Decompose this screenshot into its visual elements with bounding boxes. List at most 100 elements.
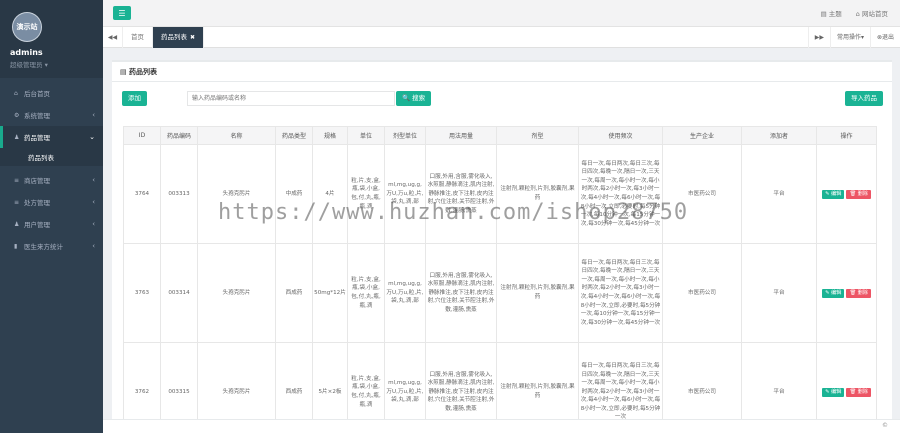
cell-unit: 粒,片,支,盒,瓶,袋,小盒,包,付,丸,瓶,瓶,滴 <box>347 144 385 244</box>
cell-ops: ✎ 编辑 🗑 删除 <box>816 144 877 244</box>
cell-unit: 粒,片,支,盒,瓶,袋,小盒,包,付,丸,瓶,瓶,滴 <box>347 243 385 343</box>
search-button[interactable]: 🔍 搜索 <box>396 91 432 106</box>
hamburger-icon: ☰ <box>118 8 126 18</box>
menu-toggle-button[interactable]: ☰ <box>113 6 131 20</box>
user-icon: ♟ <box>14 133 20 141</box>
search-input[interactable] <box>187 91 395 106</box>
col-header[interactable]: 剂型单位 <box>384 126 426 145</box>
cell-type: 中成药 <box>275 144 313 244</box>
sidebar: 演示站 admins 超级管理员 ▾ ⌂ 后台首页 ⚙ 系统管理 ‹ ♟ 药品管理 ⌄ 药… <box>0 0 103 433</box>
tabs-prev-button[interactable]: ◀◀ <box>103 26 123 48</box>
sidebar-item-label: 医生来方统计 <box>24 243 63 251</box>
col-header[interactable]: 剂型 <box>496 126 579 145</box>
import-button[interactable]: 导入药品 <box>845 91 883 106</box>
common-ops-dropdown[interactable]: 常用操作▾ <box>829 27 870 48</box>
col-header[interactable]: 名称 <box>197 126 276 145</box>
cell-adder: 平台 <box>741 243 817 343</box>
sidebar-item-home[interactable]: ⌂ 后台首页 <box>0 82 103 104</box>
col-header[interactable]: 添加者 <box>741 126 817 145</box>
cell-maker: 市医药公司 <box>662 144 742 244</box>
chart-icon: ▮ <box>14 242 18 250</box>
cell-usage: 口服,外用,含服,雾化吸入,水煎服,静脉滴注,肌内注射,静脉推注,皮下注射,皮内… <box>425 144 497 244</box>
sidebar-subitem-drug-list[interactable]: 药品列表 <box>0 148 103 166</box>
user-name[interactable]: admins <box>10 48 103 57</box>
theme-button[interactable]: ▤ 主题 <box>821 8 842 18</box>
chevron-left-icon: ‹ <box>92 242 95 250</box>
cell-dose-unit: ml,mg,ug,g,万U,万u,粒,片,袋,丸,滴,部 <box>384 144 426 244</box>
exit-button[interactable]: ⊗退出 <box>869 27 900 48</box>
edit-button[interactable]: ✎ 编辑 <box>822 288 845 298</box>
cell-adder: 平台 <box>741 144 817 244</box>
user-icon: ♟ <box>14 220 20 228</box>
cell-freq: 每日一次,每日两次,每日三次,每日四次,每晚一次,隔日一次,三天一次,每周一次,… <box>578 144 663 244</box>
sidebar-item-shop[interactable]: ≡ 商店管理 ‹ <box>0 169 103 191</box>
sidebar-item-drugs[interactable]: ♟ 药品管理 ⌄ <box>0 126 103 148</box>
cell-maker: 市医药公司 <box>662 243 742 343</box>
col-header[interactable]: 使用频次 <box>578 126 663 145</box>
col-header[interactable]: 药品类型 <box>275 126 313 145</box>
delete-button[interactable]: 🗑 删除 <box>846 387 871 397</box>
cell-freq: 每日一次,每日两次,每日三次,每日四次,每晚一次,隔日一次,三天一次,每周一次,… <box>578 243 663 343</box>
sidebar-item-users[interactable]: ♟ 用户管理 ‹ <box>0 213 103 235</box>
col-header[interactable]: 用法用量 <box>425 126 497 145</box>
cell-form: 注射剂,颗粒剂,片剂,胶囊剂,果药 <box>496 144 579 244</box>
delete-button[interactable]: 🗑 删除 <box>846 288 871 298</box>
panel-title: ▤ 药品列表 <box>112 62 892 82</box>
watermark-text: https://www.huzhan.com/ishop28750 <box>218 200 689 225</box>
cell-name: 头孢克肟片 <box>197 144 276 244</box>
tab-drug-list[interactable]: 药品列表 ✖ <box>153 26 205 48</box>
gear-icon: ⚙ <box>14 111 20 119</box>
footer: © <box>103 419 900 433</box>
tab-home[interactable]: 首页 <box>123 26 153 48</box>
tabs-next-button[interactable]: ▶▶ <box>807 27 830 48</box>
cell-ops: ✎ 编辑 🗑 删除 <box>816 243 877 343</box>
drug-table: ID 药品编码 名称 药品类型 规格 单位 剂型单位 用法用量 剂型 使用频次 … <box>123 126 877 433</box>
col-header: 操作 <box>816 126 877 145</box>
cell-name: 头孢克肟片 <box>197 243 276 343</box>
delete-button[interactable]: 🗑 删除 <box>846 189 871 199</box>
cell-id: 3764 <box>123 144 161 244</box>
chevron-left-icon: ‹ <box>92 176 95 184</box>
chevron-left-icon: ‹ <box>92 220 95 228</box>
cell-id: 3763 <box>123 243 161 343</box>
col-header[interactable]: 单位 <box>347 126 385 145</box>
chevron-left-icon: ‹ <box>92 111 95 119</box>
home-icon: ⌂ <box>14 89 18 97</box>
avatar[interactable]: 演示站 <box>12 12 42 42</box>
avatar-text: 演示站 <box>13 13 41 41</box>
sidebar-item-label: 处方管理 <box>24 199 50 207</box>
sidebar-item-system[interactable]: ⚙ 系统管理 ‹ <box>0 104 103 126</box>
edit-button[interactable]: ✎ 编辑 <box>822 387 845 397</box>
table-row: 3764 003313 头孢克肟片 中成药 4片 粒,片,支,盒,瓶,袋,小盒,… <box>123 144 877 244</box>
table-row: 3763 003314 头孢克肟片 西成药 50mg*12片 粒,片,支,盒,瓶… <box>123 243 877 343</box>
cell-spec: 50mg*12片 <box>312 243 348 343</box>
chevron-left-icon: ‹ <box>92 198 95 206</box>
sidebar-item-label: 用户管理 <box>24 221 50 229</box>
list-icon: ≡ <box>14 198 20 206</box>
col-header[interactable]: 规格 <box>312 126 348 145</box>
copyright-text: © <box>882 422 888 429</box>
cell-usage: 口服,外用,含服,雾化吸入,水煎服,静脉滴注,肌内注射,静脉推注,皮下注射,皮内… <box>425 243 497 343</box>
sidebar-item-label: 商店管理 <box>24 177 50 185</box>
add-button[interactable]: 添加 <box>122 91 147 106</box>
cell-spec: 4片 <box>312 144 348 244</box>
sidebar-item-prescription[interactable]: ≡ 处方管理 ‹ <box>0 191 103 213</box>
chevron-down-icon: ⌄ <box>89 133 95 141</box>
tab-label: 药品列表 <box>161 32 187 41</box>
toolbar: 添加 🔍 搜索 导入药品 <box>112 82 892 118</box>
sidebar-item-stats[interactable]: ▮ 医生来方统计 ‹ <box>0 235 103 257</box>
col-header[interactable]: 药品编码 <box>160 126 198 145</box>
edit-button[interactable]: ✎ 编辑 <box>822 189 845 199</box>
col-header[interactable]: 生产企业 <box>662 126 742 145</box>
cell-code: 003314 <box>160 243 198 343</box>
top-bar: ☰ ▤ 主题 ⌂ 网站首页 <box>103 0 900 27</box>
sidebar-menu: ⌂ 后台首页 ⚙ 系统管理 ‹ ♟ 药品管理 ⌄ 药品列表 ≡ 商店管理 ‹ ≡ 处方管理 ‹ ♟… <box>0 82 103 257</box>
user-role[interactable]: 超级管理员 ▾ <box>10 59 103 69</box>
close-icon[interactable]: ✖ <box>190 34 195 41</box>
cell-type: 西成药 <box>275 243 313 343</box>
site-home-link[interactable]: ⌂ 网站首页 <box>856 8 888 18</box>
profile: 演示站 admins 超级管理员 ▾ <box>0 0 103 78</box>
tabs-bar: ◀◀ 首页 药品列表 ✖ ▶▶ 常用操作▾ ⊗退出 <box>103 26 900 48</box>
list-icon: ≡ <box>14 176 20 184</box>
col-header[interactable]: ID <box>123 126 161 145</box>
